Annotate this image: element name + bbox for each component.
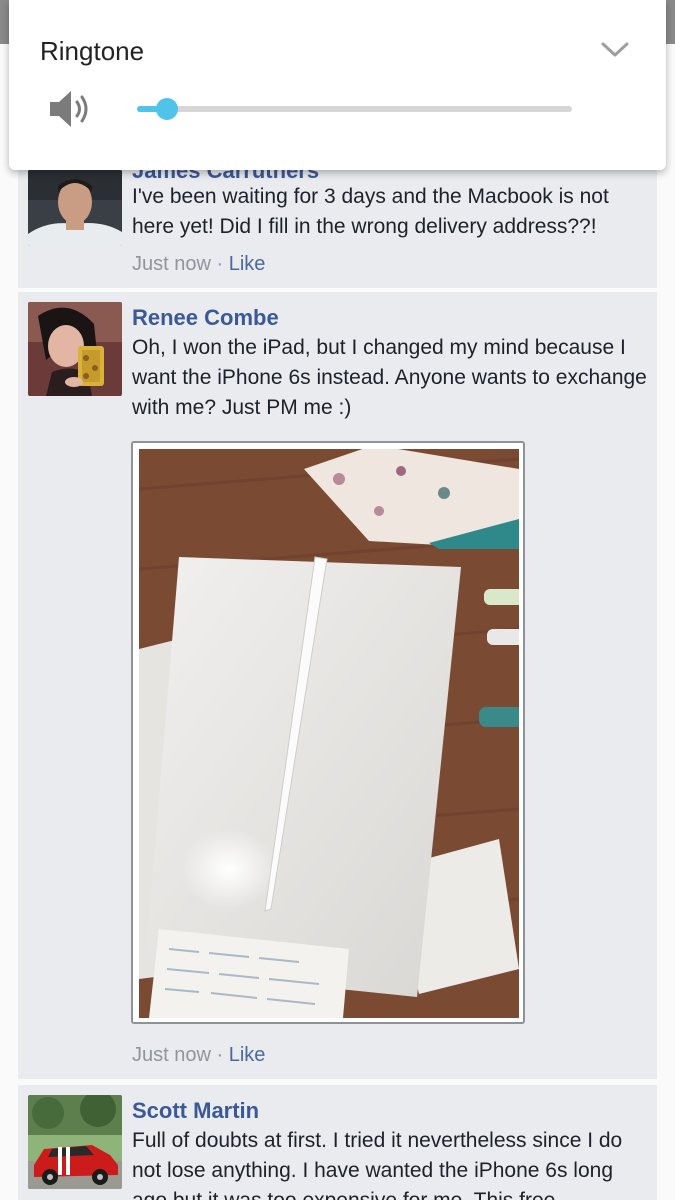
comment-author[interactable]: Scott Martin <box>132 1098 259 1124</box>
ipad-box-photo <box>139 449 519 1018</box>
comment-card: Renee Combe Oh, I won the iPad, but I ch… <box>18 292 657 1079</box>
ringtone-volume-panel: Ringtone <box>9 0 666 170</box>
speaker-icon[interactable] <box>47 88 95 130</box>
comment-time: Just now <box>132 1044 211 1066</box>
comment-time: Just now <box>132 253 211 275</box>
volume-panel-title: Ringtone <box>40 36 145 66</box>
page: James Carruthers I've been waiting for 3… <box>0 0 675 1200</box>
like-link[interactable]: Like <box>229 253 266 275</box>
volume-slider-thumb[interactable] <box>156 98 179 120</box>
avatar[interactable] <box>28 302 122 396</box>
chevron-down-icon[interactable] <box>599 36 631 62</box>
meta-separator: · <box>210 1044 229 1066</box>
comment-card: Scott Martin Full of doubts at first. I … <box>18 1085 657 1200</box>
comment-text: I've been waiting for 3 days and the Mac… <box>132 185 609 238</box>
avatar[interactable] <box>28 170 122 246</box>
comment-meta: Just now · Like <box>132 1044 265 1067</box>
comment-text: Full of doubts at first. I tried it neve… <box>132 1129 623 1200</box>
comment-photo[interactable] <box>131 441 525 1024</box>
avatar[interactable] <box>28 1095 122 1189</box>
volume-slider[interactable] <box>137 98 572 120</box>
like-link[interactable]: Like <box>229 1044 266 1066</box>
meta-separator: · <box>210 253 229 275</box>
comment-author[interactable]: Renee Combe <box>132 305 279 331</box>
comment-meta: Just now · Like <box>132 253 265 276</box>
comment-text: Oh, I won the iPad, but I changed my min… <box>132 336 647 419</box>
